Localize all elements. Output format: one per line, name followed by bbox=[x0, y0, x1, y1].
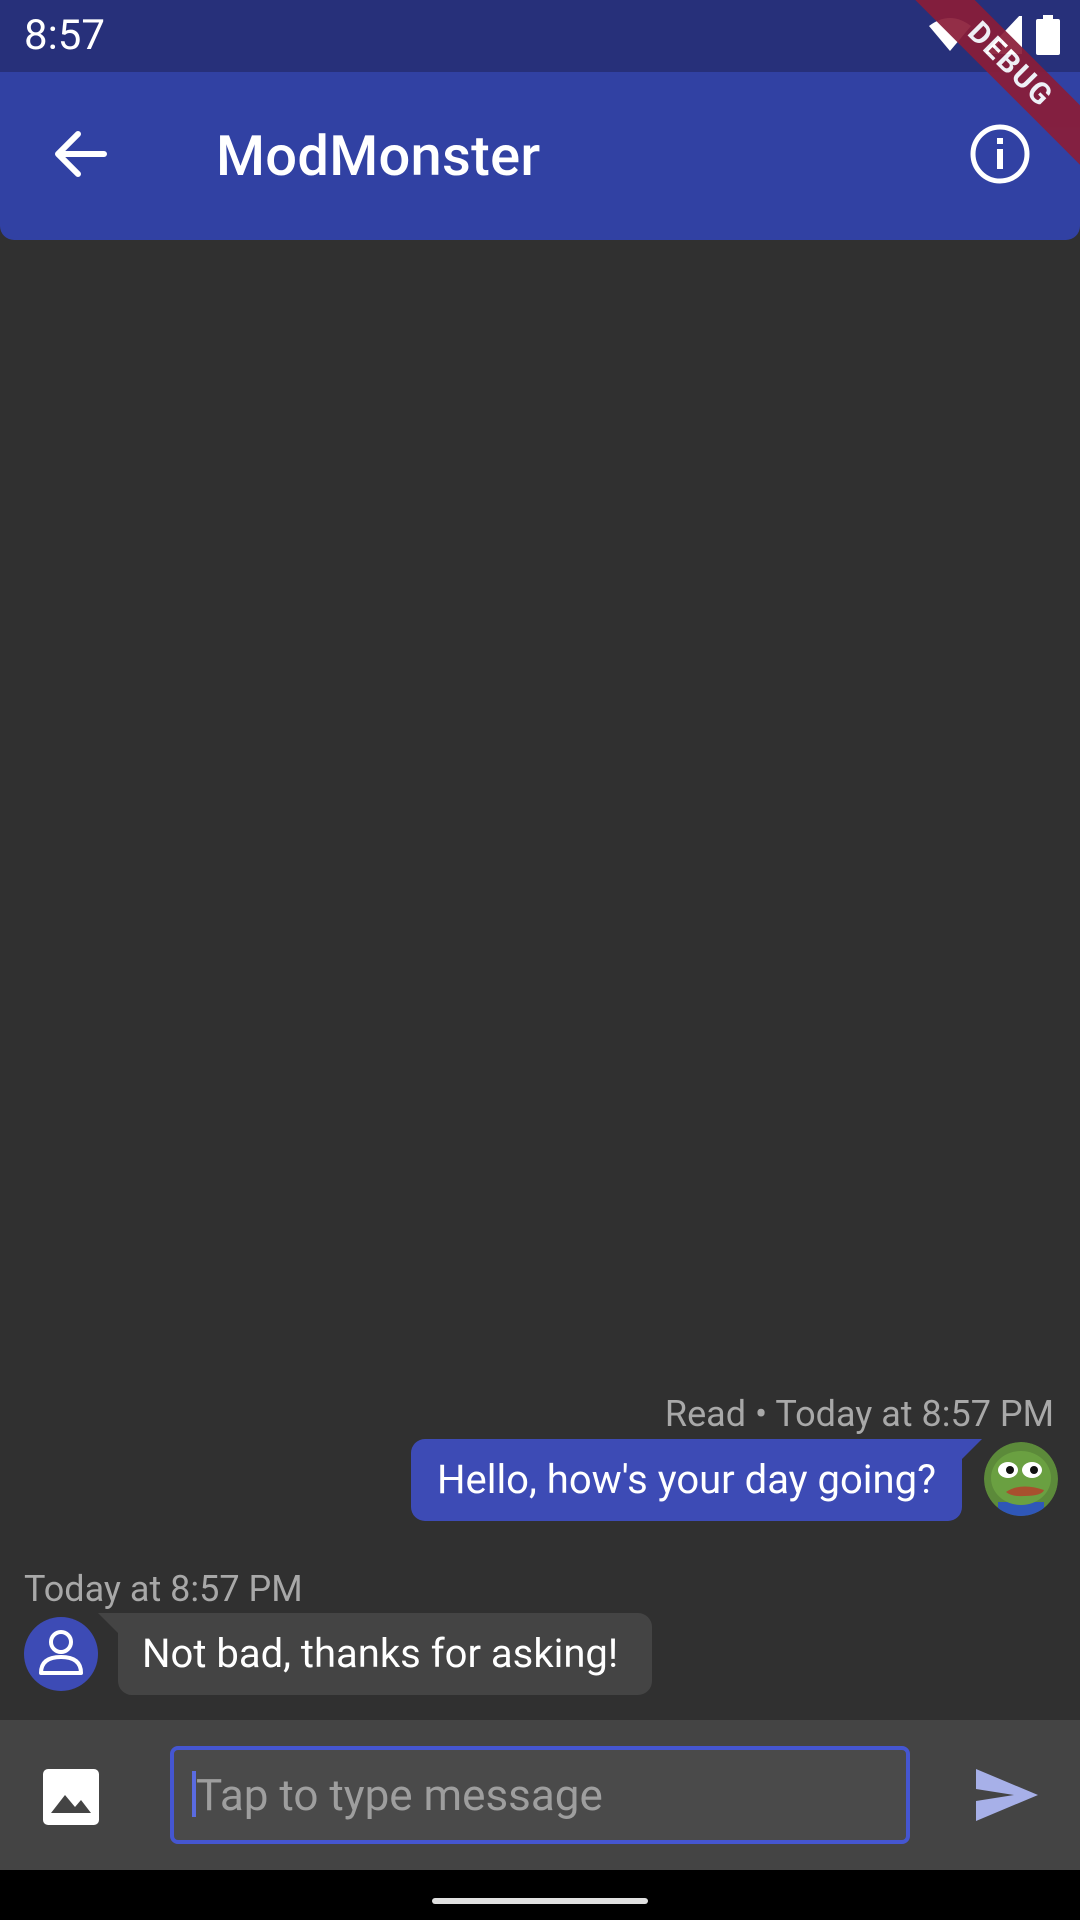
attach-image-button[interactable] bbox=[34, 1762, 108, 1836]
arrow-back-icon bbox=[52, 129, 108, 183]
outgoing-message-bubble[interactable]: Hello, how's your day going? bbox=[410, 1439, 983, 1521]
incoming-message-meta: Today at 8:57 PM bbox=[24, 1568, 303, 1610]
navigation-bar bbox=[0, 1870, 1080, 1920]
person-icon bbox=[36, 1627, 86, 1681]
message-composer bbox=[0, 1720, 1080, 1870]
status-time: 8:57 bbox=[24, 11, 105, 60]
chat-screen: 8:57 DEBUG ModMonster Read • Today at 8:… bbox=[0, 0, 1080, 1920]
back-button[interactable] bbox=[30, 106, 130, 206]
avatar[interactable] bbox=[24, 1617, 98, 1691]
pepe-avatar[interactable] bbox=[984, 1442, 1058, 1516]
home-gesture-handle[interactable] bbox=[432, 1898, 648, 1904]
text-caret bbox=[192, 1771, 196, 1817]
app-bar: ModMonster bbox=[0, 72, 1080, 240]
info-icon bbox=[969, 123, 1031, 189]
info-button[interactable] bbox=[950, 106, 1050, 206]
incoming-message-bubble[interactable]: Not bad, thanks for asking! bbox=[97, 1613, 653, 1695]
status-bar: 8:57 bbox=[0, 0, 1080, 72]
outgoing-message-meta: Read • Today at 8:57 PM bbox=[664, 1393, 1054, 1435]
image-icon bbox=[43, 1769, 99, 1829]
send-button[interactable] bbox=[962, 1752, 1052, 1842]
send-icon bbox=[974, 1767, 1040, 1827]
page-title: ModMonster bbox=[216, 123, 541, 189]
message-input[interactable] bbox=[170, 1746, 910, 1844]
battery-icon bbox=[1036, 15, 1060, 55]
